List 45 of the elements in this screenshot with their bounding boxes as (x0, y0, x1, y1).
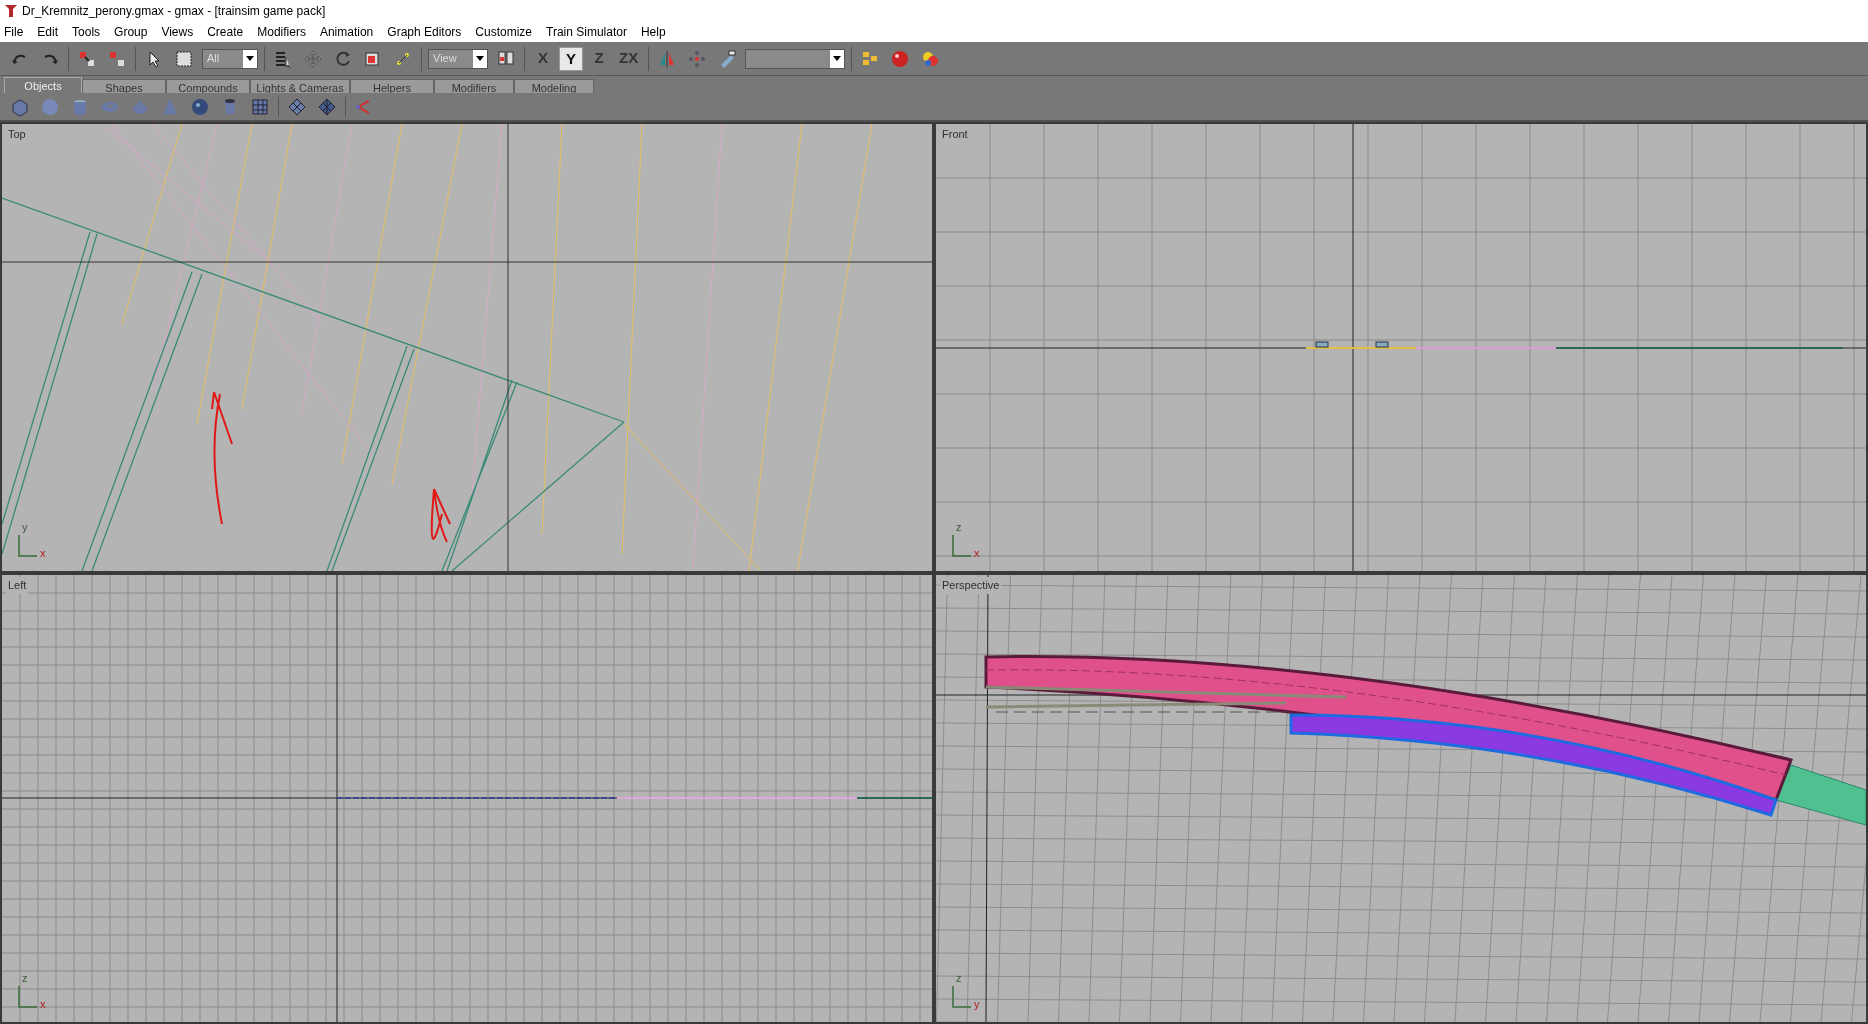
tab[interactable]: Shapes (82, 79, 166, 93)
app-logo-icon (4, 4, 18, 18)
menu-item[interactable]: Animation (319, 23, 374, 41)
viewport-label[interactable]: Left (6, 577, 29, 594)
axis-label: x (40, 996, 46, 1012)
viewport[interactable]: Top y x (2, 124, 932, 571)
axis-label: z (956, 971, 962, 986)
tab[interactable]: Modeling (514, 79, 594, 93)
menu-item[interactable]: File (4, 23, 24, 41)
axis-label: z (22, 971, 28, 986)
menu-item[interactable]: Modifiers (257, 23, 306, 41)
tab[interactable]: Helpers (350, 79, 434, 93)
caret-icon (246, 56, 254, 61)
window-title: Dr_Kremnitz_perony.gmax - gmax - [trainsim game pack] (22, 3, 326, 20)
viewport[interactable]: Front z x (936, 124, 1866, 571)
caret-icon (833, 56, 842, 61)
menu-item[interactable]: Help (640, 23, 666, 41)
viewport[interactable]: Perspective z y (936, 575, 1866, 1022)
tab[interactable]: Objects (4, 77, 82, 93)
menu-item[interactable]: Edit (37, 23, 59, 41)
axis-tripod-icon (16, 984, 38, 1010)
named-selection-dropdown[interactable] (745, 48, 846, 69)
menu-item[interactable]: Views (161, 23, 194, 41)
axis-label: z (956, 520, 962, 535)
menu-item[interactable]: Tools (72, 23, 101, 41)
axis-tripod-icon (16, 533, 38, 559)
viewport[interactable]: Left z x (2, 575, 932, 1022)
annotation-arrow (430, 488, 451, 543)
tab[interactable]: Lights & Cameras (250, 79, 350, 93)
axis-label: x (974, 545, 980, 561)
tab[interactable]: Compounds (166, 79, 250, 93)
menu-item[interactable]: Graph Editors (387, 23, 462, 41)
viewport-label[interactable]: Perspective (940, 577, 1002, 594)
menu-item[interactable]: Create (207, 23, 244, 41)
menu-item[interactable]: Train Simulator (546, 23, 627, 41)
tab[interactable]: Modifiers (434, 79, 514, 93)
axis-label: x (40, 545, 46, 561)
caret-icon (476, 56, 484, 61)
menu-item[interactable]: Customize (475, 23, 533, 41)
axis-label: y (974, 996, 980, 1012)
menu-item[interactable]: Group (114, 23, 148, 41)
axis-tripod-icon (950, 984, 972, 1010)
axis-constraint-button[interactable]: Y (559, 46, 583, 71)
axis-tripod-icon (950, 533, 972, 559)
axis-label: y (22, 520, 28, 535)
